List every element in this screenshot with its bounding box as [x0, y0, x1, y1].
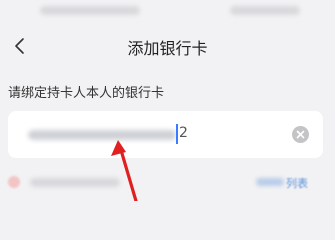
supported-bank-text-blurred [30, 178, 120, 187]
card-number-input[interactable]: 2 [179, 125, 209, 141]
status-bar-left-blurred [40, 6, 140, 15]
close-icon [296, 130, 305, 139]
form-hint: 请绑定持卡人本人的银行卡 [8, 86, 165, 101]
card-number-field[interactable]: 2 [8, 111, 323, 158]
bank-logo-icon [8, 176, 20, 188]
clear-button[interactable] [292, 126, 309, 143]
supported-banks-link[interactable]: 列表 [286, 175, 308, 191]
support-link-prefix-blurred [256, 178, 284, 186]
nav-bar: 添加银行卡 [0, 26, 335, 66]
page-title: 添加银行卡 [127, 39, 208, 58]
card-number-masked-digits [28, 130, 176, 140]
status-bar-right-blurred [230, 6, 300, 15]
status-bar [0, 0, 335, 24]
text-caret [176, 124, 178, 144]
